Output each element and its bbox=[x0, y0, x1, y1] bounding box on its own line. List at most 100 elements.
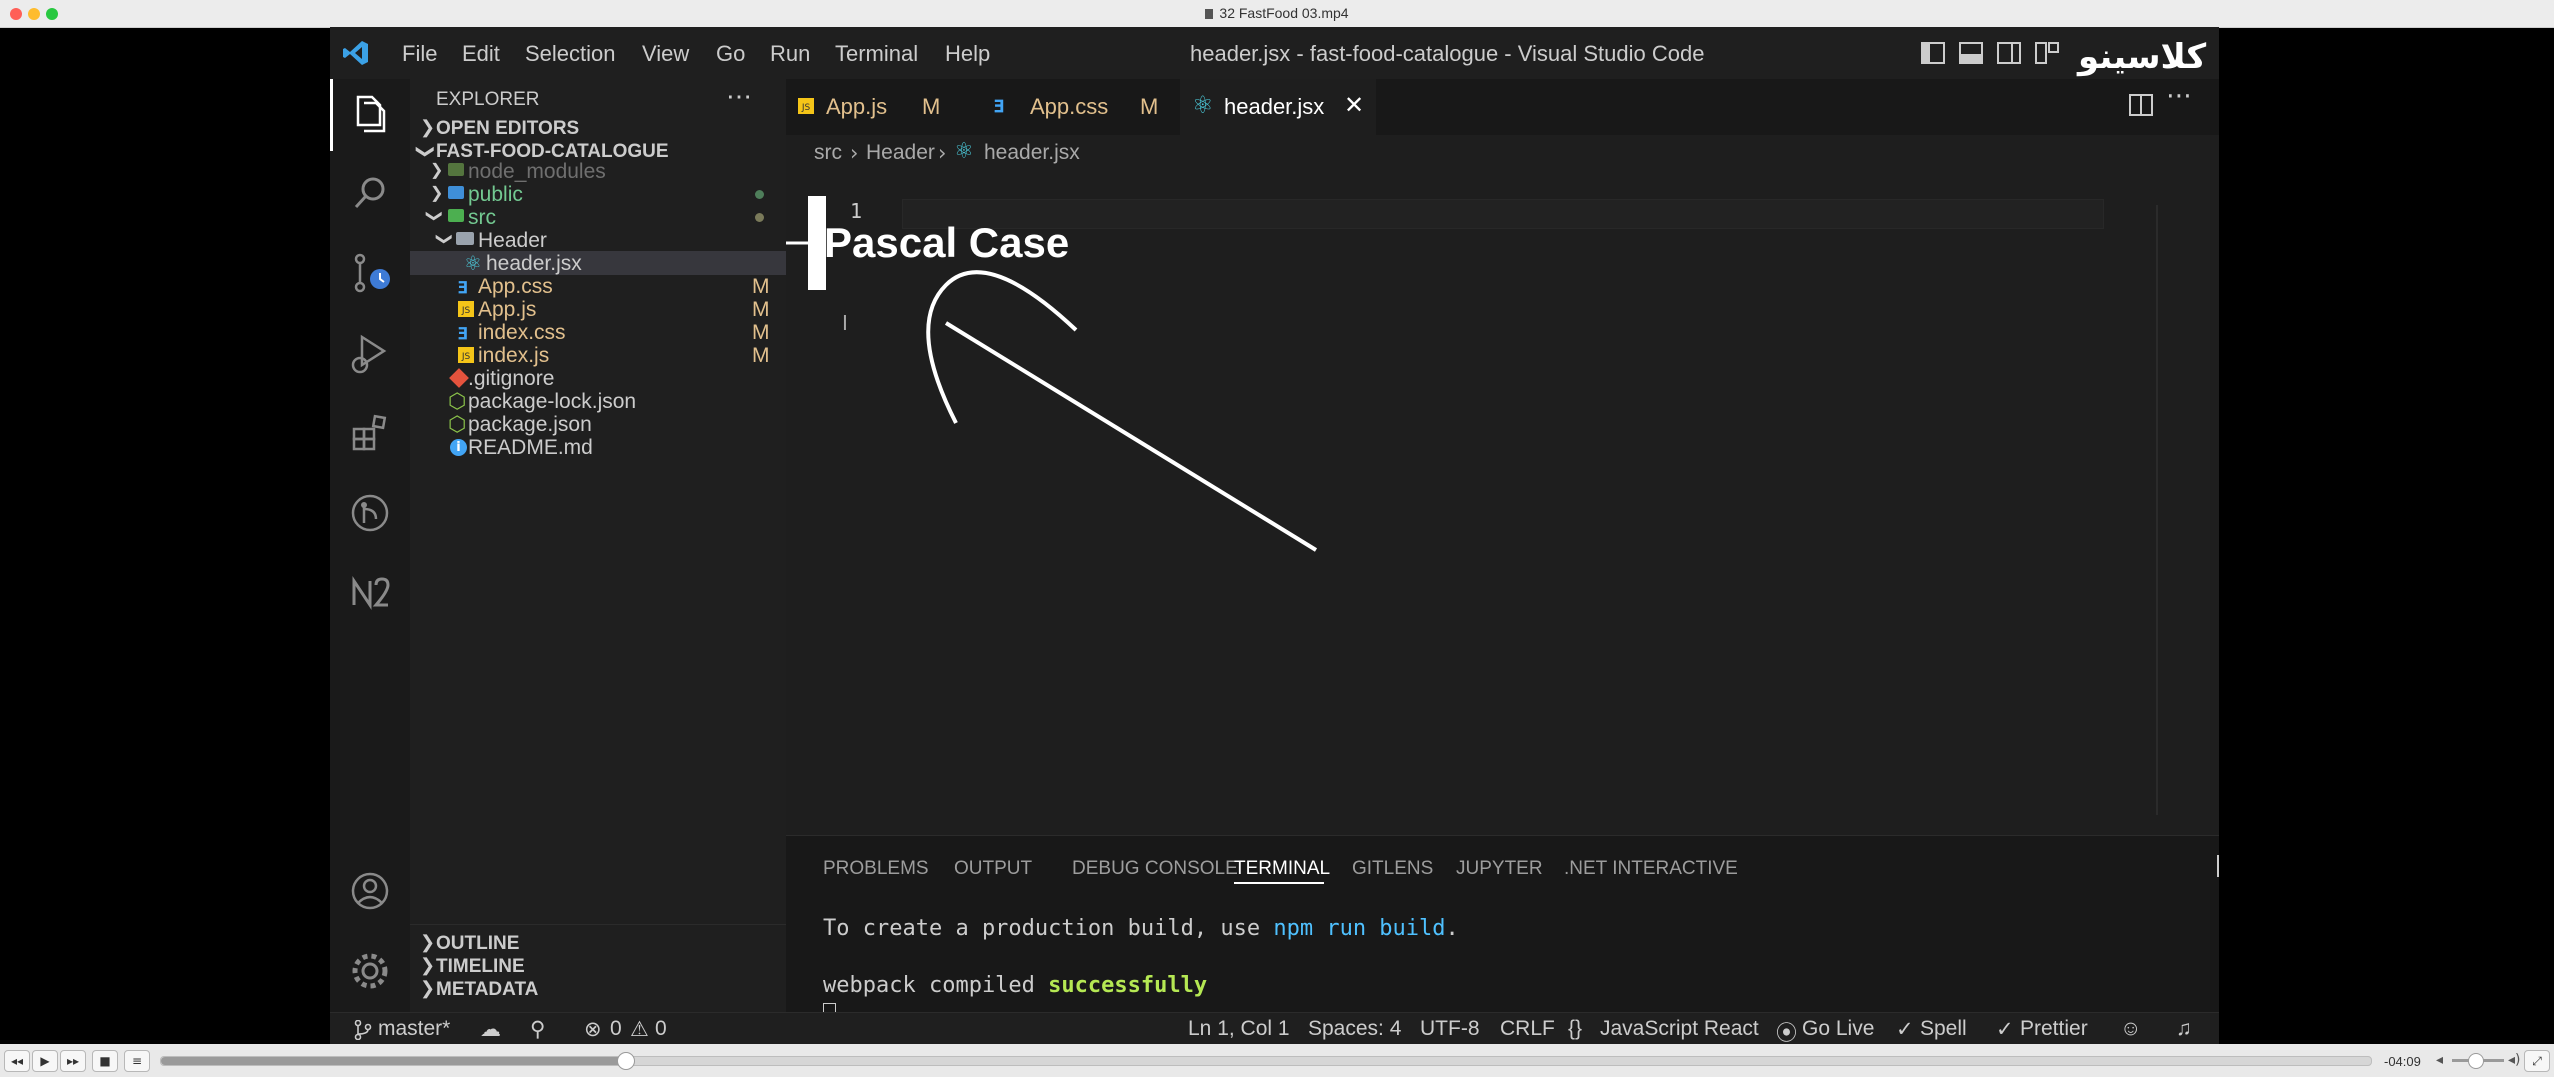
playlist-icon[interactable]: ≡ bbox=[124, 1050, 150, 1072]
status-errors[interactable]: 0 bbox=[610, 1017, 622, 1041]
tab-app-js[interactable]: JS App.js M bbox=[786, 79, 985, 135]
chevron-down-icon: ❯ bbox=[416, 143, 437, 160]
toggle-primary-sidebar-icon[interactable] bbox=[1920, 41, 1946, 65]
tree-item-index-css[interactable]: ⱻ index.css M bbox=[410, 321, 786, 344]
tab-header-jsx[interactable]: ⚛ header.jsx ✕ bbox=[1180, 79, 1376, 137]
panel-tab-output[interactable]: OUTPUT bbox=[954, 858, 1032, 880]
status-warnings[interactable]: 0 bbox=[655, 1017, 667, 1041]
status-language[interactable]: JavaScript React bbox=[1600, 1017, 1759, 1041]
panel-tab-dotnet-interactive[interactable]: .NET INTERACTIVE bbox=[1564, 858, 1738, 880]
bell-icon[interactable]: ♫ bbox=[2176, 1017, 2192, 1041]
menu-help[interactable]: Help bbox=[945, 41, 990, 67]
tree-item-gitignore[interactable]: .gitignore bbox=[410, 367, 786, 390]
tree-item-label: package.json bbox=[468, 413, 592, 436]
tree-item-src[interactable]: ❯ src bbox=[410, 206, 786, 229]
accounts-icon[interactable] bbox=[348, 869, 392, 913]
panel-tab-terminal[interactable]: TERMINAL bbox=[1234, 858, 1330, 880]
status-indentation[interactable]: Spaces: 4 bbox=[1308, 1017, 1401, 1041]
js-icon: JS bbox=[458, 301, 474, 317]
broadcast-icon: ⦿ bbox=[1776, 1022, 1797, 1044]
search-icon[interactable] bbox=[348, 171, 392, 215]
terminal-text: . bbox=[1445, 916, 1459, 941]
git-icon bbox=[449, 368, 469, 388]
react-icon: ⚛ bbox=[464, 253, 482, 275]
tree-item-label: README.md bbox=[468, 436, 593, 459]
outline-section[interactable]: OUTLINE bbox=[436, 933, 519, 955]
modified-badge: M bbox=[1140, 94, 1159, 119]
tree-item-readme[interactable]: i README.md bbox=[410, 436, 786, 459]
modified-badge: M bbox=[752, 275, 770, 298]
gear-icon[interactable] bbox=[348, 949, 392, 993]
extensions-icon[interactable] bbox=[348, 411, 392, 455]
toggle-secondary-sidebar-icon[interactable] bbox=[1996, 41, 2022, 65]
split-editor-icon[interactable] bbox=[2128, 93, 2154, 117]
more-actions-icon[interactable]: ⋯ bbox=[726, 81, 753, 112]
fullscreen-icon[interactable]: ⤢ bbox=[2524, 1050, 2550, 1072]
volume-handle[interactable] bbox=[2468, 1053, 2484, 1069]
tree-item-header-jsx[interactable]: ⚛ header.jsx bbox=[410, 251, 786, 275]
toggle-panel-icon[interactable] bbox=[1958, 41, 1984, 65]
tree-item-package-lock[interactable]: ⬡ package-lock.json bbox=[410, 390, 786, 413]
status-spell[interactable]: Spell bbox=[1920, 1017, 1967, 1041]
open-editors-section[interactable]: OPEN EDITORS bbox=[436, 118, 579, 140]
modified-dot bbox=[755, 213, 764, 222]
customize-layout-icon[interactable] bbox=[2034, 41, 2060, 65]
menu-terminal[interactable]: Terminal bbox=[835, 41, 918, 67]
source-control-icon[interactable] bbox=[348, 251, 392, 295]
run-debug-icon[interactable] bbox=[348, 331, 392, 375]
source-graph-icon[interactable]: ⚲ bbox=[530, 1017, 545, 1042]
gitlens-icon[interactable] bbox=[348, 491, 392, 535]
timeline-section[interactable]: TIMELINE bbox=[436, 956, 525, 978]
tree-item-label: .gitignore bbox=[468, 367, 555, 390]
tree-item-index-js[interactable]: JS index.js M bbox=[410, 344, 786, 367]
panel-tab-gitlens[interactable]: GITLENS bbox=[1352, 858, 1433, 880]
chevron-right-icon: ❯ bbox=[420, 932, 436, 952]
metadata-section[interactable]: METADATA bbox=[436, 979, 538, 1001]
feedback-icon[interactable]: ☺ bbox=[2120, 1017, 2141, 1041]
status-branch[interactable]: master* bbox=[378, 1017, 450, 1041]
file-icon bbox=[1205, 9, 1214, 19]
folder-open-icon bbox=[456, 232, 474, 245]
chevron-right-icon: ❯ bbox=[430, 162, 444, 179]
panel-tab-problems[interactable]: PROBLEMS bbox=[823, 858, 929, 880]
menu-go[interactable]: Go bbox=[716, 41, 745, 67]
player-controls: ◂◂ ▶ ▸▸ ■ ≡ -04:09 ◂ ◂) ⤢ bbox=[0, 1044, 2554, 1077]
tree-item-package-json[interactable]: ⬡ package.json bbox=[410, 413, 786, 436]
tree-item-app-css[interactable]: ⱻ App.css M bbox=[410, 275, 786, 298]
seek-handle[interactable] bbox=[617, 1052, 636, 1070]
play-icon[interactable]: ▶ bbox=[32, 1050, 58, 1072]
status-encoding[interactable]: UTF-8 bbox=[1420, 1017, 1480, 1041]
tree-item-label: header.jsx bbox=[486, 252, 582, 275]
status-go-live[interactable]: Go Live bbox=[1802, 1017, 1874, 1041]
tree-item-label: public bbox=[468, 183, 523, 206]
status-cursor-position[interactable]: Ln 1, Col 1 bbox=[1188, 1017, 1290, 1041]
vscode-window: File Edit Selection View Go Run Terminal… bbox=[330, 27, 2219, 1044]
status-eol[interactable]: CRLF bbox=[1500, 1017, 1555, 1041]
sync-icon[interactable]: ☁ bbox=[480, 1017, 501, 1042]
menu-selection[interactable]: Selection bbox=[525, 41, 616, 67]
stop-icon[interactable]: ■ bbox=[92, 1050, 118, 1072]
tree-item-node-modules[interactable]: ❯ node_modules bbox=[410, 160, 786, 183]
more-actions-icon[interactable]: ⋯ bbox=[2166, 81, 2192, 111]
fast-forward-icon[interactable]: ▸▸ bbox=[60, 1050, 86, 1072]
nx-console-icon[interactable] bbox=[348, 571, 392, 615]
seek-bar[interactable] bbox=[160, 1052, 2372, 1070]
menu-run[interactable]: Run bbox=[770, 41, 810, 67]
menu-view[interactable]: View bbox=[642, 41, 689, 67]
tab-label: header.jsx bbox=[1224, 94, 1325, 119]
explorer-icon[interactable] bbox=[348, 91, 392, 135]
tree-item-header-folder[interactable]: ❯ Header bbox=[410, 229, 786, 252]
chevron-right-icon: ❯ bbox=[420, 978, 436, 998]
panel-tab-jupyter[interactable]: JUPYTER bbox=[1456, 858, 1543, 880]
close-icon[interactable]: ✕ bbox=[1344, 91, 1364, 120]
status-prettier[interactable]: Prettier bbox=[2020, 1017, 2088, 1041]
rewind-icon[interactable]: ◂◂ bbox=[4, 1050, 30, 1072]
tab-app-css[interactable]: ⱻ App.css M bbox=[984, 79, 1181, 135]
editor-area[interactable]: src › Header › ⚛ header.jsx 1 I Pascal C… bbox=[786, 135, 2219, 835]
menu-file[interactable]: File bbox=[402, 41, 437, 67]
tree-item-app-js[interactable]: JS App.js M bbox=[410, 298, 786, 321]
tree-item-public[interactable]: ❯ public bbox=[410, 183, 786, 206]
menu-edit[interactable]: Edit bbox=[462, 41, 500, 67]
panel-tab-debug-console[interactable]: DEBUG CONSOLE bbox=[1072, 858, 1238, 880]
tree-item-label: index.css bbox=[478, 321, 566, 344]
